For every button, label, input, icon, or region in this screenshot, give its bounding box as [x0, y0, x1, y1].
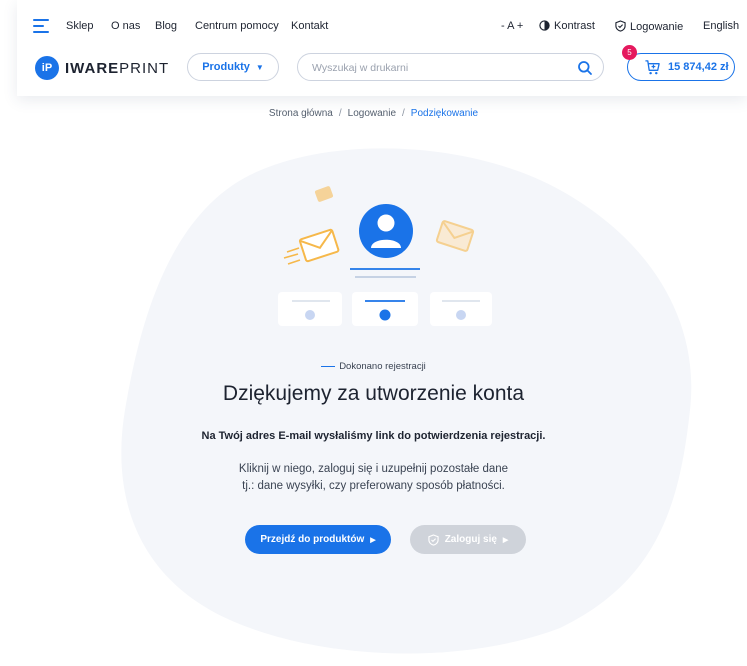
logo-badge: iP — [35, 56, 59, 80]
breadcrumb: Strona główna / Logowanie / Podziękowanie — [268, 108, 479, 119]
breadcrumb-current: Podziękowanie — [410, 108, 479, 119]
page-title: Dziękujemy za utworzenie konta — [222, 382, 525, 405]
logo-text: IWAREPRINT — [65, 59, 170, 77]
contrast-toggle[interactable]: Kontrast — [539, 20, 595, 32]
registration-status: Dokonano rejestracji — [0, 361, 747, 372]
background-blob — [121, 148, 692, 654]
top-bar: Sklep O nas Blog Centrum pomocy Kontakt … — [17, 0, 747, 52]
language-switch[interactable]: English — [703, 20, 739, 32]
site-logo[interactable]: iP IWAREPRINT — [35, 55, 169, 81]
login-link[interactable]: Logowanie — [615, 20, 683, 33]
breadcrumb-home[interactable]: Strona główna — [269, 108, 333, 119]
hamburger-menu-icon[interactable] — [33, 18, 51, 34]
envelope-icon-blurred — [314, 186, 334, 202]
nav-link-blog[interactable]: Blog — [155, 20, 177, 32]
nav-link-o-nas[interactable]: O nas — [111, 20, 140, 32]
shield-check-icon — [428, 533, 439, 546]
user-avatar-icon — [359, 204, 413, 258]
step-card-1 — [278, 292, 342, 326]
envelope-icon-left — [298, 228, 340, 263]
speed-lines — [283, 247, 301, 265]
chevron-down-icon: ▼ — [255, 62, 264, 72]
shield-check-icon — [615, 20, 626, 32]
font-size-control[interactable]: - A + — [501, 20, 523, 32]
contrast-icon — [539, 20, 550, 31]
caret-right-icon: ▶ — [370, 536, 376, 544]
search-icon[interactable] — [577, 60, 593, 76]
registration-illustration — [278, 186, 492, 326]
nav-link-sklep[interactable]: Sklep — [66, 20, 94, 32]
products-label: Produkty — [202, 61, 250, 73]
nav-link-kontakt[interactable]: Kontakt — [291, 20, 328, 32]
step-card-2 — [352, 292, 418, 326]
confirmation-message: Na Twój adres E-mail wysłaliśmy link do … — [201, 430, 546, 442]
envelope-icon-right — [435, 220, 475, 252]
cart-icon — [645, 60, 660, 75]
cart-button[interactable]: 15 874,42 zł — [627, 53, 735, 81]
cart-total: 15 874,42 zł — [668, 61, 729, 73]
instructions-text: Kliknij w niego, zaloguj się i uzupełnij… — [238, 463, 509, 492]
login-button[interactable]: Zaloguj się ▶ — [410, 525, 526, 554]
products-dropdown-button[interactable]: Produkty ▼ — [187, 53, 279, 81]
breadcrumb-login[interactable]: Logowanie — [348, 108, 396, 119]
caret-right-icon: ▶ — [502, 536, 509, 544]
go-to-products-button[interactable]: Przejdź do produktów ▶ — [245, 525, 391, 554]
cart-count-badge: 5 — [622, 45, 637, 60]
search-input[interactable] — [312, 60, 562, 76]
site-header: Sklep O nas Blog Centrum pomocy Kontakt … — [17, 0, 747, 96]
step-card-3 — [430, 292, 492, 326]
search-bar — [297, 53, 604, 81]
nav-link-centrum-pomocy[interactable]: Centrum pomocy — [195, 20, 279, 32]
